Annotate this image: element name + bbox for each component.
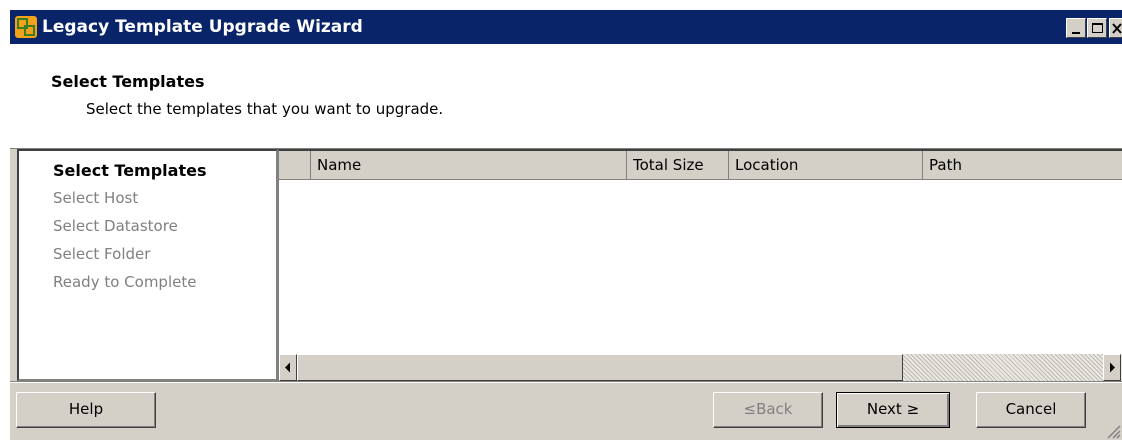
page-title: Select Templates: [51, 72, 205, 91]
column-header-name[interactable]: Name: [311, 151, 627, 180]
cancel-button[interactable]: Cancel: [976, 392, 1086, 428]
wizard-header: Select Templates Select the templates th…: [10, 44, 1122, 149]
step-ready-to-complete: Ready to Complete: [53, 273, 197, 291]
help-button[interactable]: Help: [16, 392, 156, 428]
column-header-path[interactable]: Path: [923, 151, 1122, 180]
scrollbar-track[interactable]: [903, 354, 1103, 381]
back-button[interactable]: ≤Back: [713, 392, 823, 428]
wizard-window: Legacy Template Upgrade Wizard Select Te…: [10, 10, 1122, 440]
scroll-right-button[interactable]: [1103, 354, 1121, 381]
arrow-right-icon: [1110, 362, 1115, 373]
steps-panel: Select Templates Select Host Select Data…: [17, 149, 278, 381]
scrollbar-thumb[interactable]: [297, 354, 903, 381]
horizontal-scrollbar[interactable]: [279, 354, 1122, 381]
scroll-left-button[interactable]: [279, 354, 297, 381]
maximize-icon: [1092, 23, 1103, 33]
templates-list[interactable]: Name Total Size Location Path: [278, 149, 1122, 381]
step-select-host: Select Host: [53, 189, 139, 207]
arrow-left-icon: [285, 362, 290, 373]
footer-divider-highlight: [10, 382, 1122, 383]
column-header-location[interactable]: Location: [729, 151, 923, 180]
window-title: Legacy Template Upgrade Wizard: [42, 17, 363, 37]
next-button[interactable]: Next ≥: [836, 392, 950, 428]
maximize-button[interactable]: [1087, 18, 1107, 38]
step-select-datastore: Select Datastore: [53, 217, 178, 235]
resize-grip-icon[interactable]: [1100, 420, 1122, 440]
step-select-templates[interactable]: Select Templates: [53, 161, 206, 180]
page-subtitle: Select the templates that you want to up…: [86, 100, 444, 118]
close-button[interactable]: [1109, 18, 1122, 38]
step-select-folder: Select Folder: [53, 245, 151, 263]
title-bar[interactable]: Legacy Template Upgrade Wizard: [10, 10, 1122, 44]
vsphere-app-icon: [15, 16, 37, 38]
column-header-total-size[interactable]: Total Size: [627, 151, 729, 180]
column-header-checkbox[interactable]: [279, 151, 311, 180]
minimize-icon: [1072, 32, 1080, 34]
minimize-button[interactable]: [1066, 18, 1086, 38]
close-icon: [1112, 23, 1122, 34]
